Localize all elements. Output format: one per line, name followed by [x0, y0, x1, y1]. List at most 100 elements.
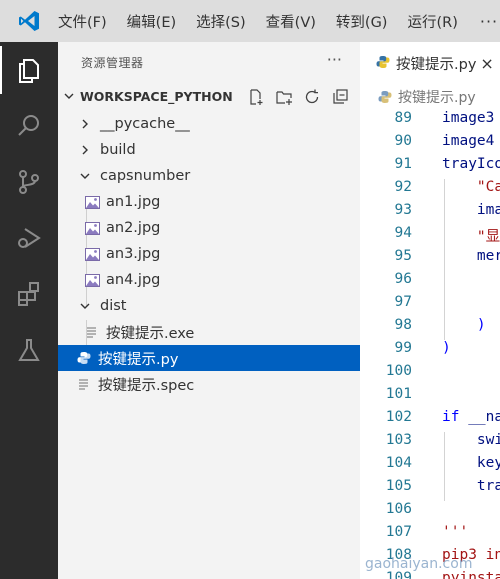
- active-indicator: [0, 46, 2, 94]
- explorer-icon[interactable]: [0, 46, 58, 94]
- tree-folder[interactable]: capsnumber: [58, 163, 360, 189]
- tree-item-label: 按键提示.exe: [106, 325, 195, 342]
- editor-panel: 按键提示.py × 按键提示.py 89 image3 90 image4 91 tray…: [360, 42, 500, 579]
- code-text: key: [442, 455, 500, 471]
- tree-file[interactable]: an2.jpg: [58, 215, 360, 241]
- extensions-icon[interactable]: [0, 270, 58, 318]
- line-number: 106: [385, 501, 412, 517]
- line-number: 99: [394, 340, 412, 356]
- menu-item[interactable]: 运行(R): [407, 11, 457, 32]
- code-line: 101: [360, 386, 500, 409]
- tree-file[interactable]: an3.jpg: [58, 241, 360, 267]
- tree-file[interactable]: an1.jpg: [58, 189, 360, 215]
- line-number: 94: [394, 225, 412, 241]
- menu-more-button[interactable]: ···: [480, 12, 498, 31]
- code-line: 99): [360, 340, 500, 363]
- new-file-icon[interactable]: [242, 87, 270, 107]
- chevron-down-icon: [78, 170, 92, 182]
- line-number: 90: [394, 133, 412, 149]
- code-text: "显: [442, 225, 500, 246]
- chevron-down-icon: [78, 300, 92, 312]
- explorer-panel: 资源管理器 ··· WORKSPACE_PYTHON __pycache__ bu…: [58, 42, 360, 579]
- text-file-icon: [84, 326, 100, 338]
- tree-folder[interactable]: __pycache__: [58, 111, 360, 137]
- refresh-icon[interactable]: [298, 87, 326, 107]
- tree-file[interactable]: 按键提示.py: [58, 345, 360, 371]
- line-number: 98: [394, 317, 412, 333]
- code-editor[interactable]: 89 image3 90 image4 91 trayIco 92 "Ca 93 ima 94 …: [360, 110, 500, 579]
- tab-active-file[interactable]: 按键提示.py ×: [360, 42, 500, 84]
- code-line: 103 swi: [360, 432, 500, 455]
- code-token: tra: [476, 478, 500, 494]
- chevron-down-icon: [62, 90, 76, 102]
- menu-item[interactable]: 文件(F): [58, 11, 107, 32]
- code-token: swi: [476, 432, 500, 448]
- tree-folder[interactable]: build: [58, 137, 360, 163]
- code-token: ''': [442, 524, 469, 540]
- image-file-icon: [84, 221, 100, 235]
- menu-item[interactable]: 查看(V): [266, 11, 316, 32]
- explorer-more-button[interactable]: ···: [327, 50, 342, 69]
- menu-bar: 文件(F) 编辑(E) 选择(S) 查看(V) 转到(G) 运行(R): [58, 11, 478, 32]
- line-number: 95: [394, 248, 412, 264]
- line-number: 101: [385, 386, 412, 402]
- code-line: 104 key: [360, 455, 500, 478]
- code-line: 89 image3: [360, 110, 500, 133]
- code-text: mer: [442, 248, 500, 264]
- code-token: ima: [476, 202, 500, 218]
- new-folder-icon[interactable]: [270, 87, 298, 107]
- code-text: image4: [442, 133, 494, 149]
- tree-file[interactable]: an4.jpg: [58, 267, 360, 293]
- code-token: "Ca: [476, 179, 500, 195]
- code-line: 93 ima: [360, 202, 500, 225]
- collapse-all-icon[interactable]: [326, 87, 354, 107]
- testing-icon[interactable]: [0, 326, 58, 374]
- tree-file[interactable]: 按键提示.exe: [58, 319, 360, 345]
- code-line: 91 trayIco: [360, 156, 500, 179]
- run-debug-icon[interactable]: [0, 214, 58, 262]
- tree-file[interactable]: 按键提示.spec: [58, 371, 360, 397]
- code-line: 90 image4: [360, 133, 500, 156]
- workspace-header[interactable]: WORKSPACE_PYTHON: [58, 85, 360, 107]
- code-text: if __na: [442, 409, 500, 425]
- search-icon[interactable]: [0, 102, 58, 150]
- line-number: 103: [385, 432, 412, 448]
- code-token: if: [442, 409, 460, 425]
- chevron-right-icon: [78, 118, 92, 130]
- code-line: 95 mer: [360, 248, 500, 271]
- code-text: ): [442, 340, 451, 356]
- code-line: 102 if __na: [360, 409, 500, 432]
- source-control-icon[interactable]: [0, 158, 58, 206]
- tree-folder[interactable]: dist: [58, 293, 360, 319]
- line-number: 102: [385, 409, 412, 425]
- code-token: __na: [459, 409, 500, 425]
- code-token: key: [476, 455, 500, 471]
- tree-item-label: an2.jpg: [106, 220, 161, 236]
- line-number: 105: [385, 478, 412, 494]
- activity-bar: [0, 42, 58, 579]
- menu-item[interactable]: 转到(G): [336, 11, 388, 32]
- menu-item[interactable]: 编辑(E): [127, 11, 176, 32]
- line-number: 100: [385, 363, 412, 379]
- code-line: 100: [360, 363, 500, 386]
- close-icon[interactable]: ×: [480, 54, 493, 73]
- tree-item-label: __pycache__: [100, 116, 190, 132]
- chevron-right-icon: [78, 144, 92, 156]
- code-text: swi: [442, 432, 500, 448]
- title-bar: 文件(F) 编辑(E) 选择(S) 查看(V) 转到(G) 运行(R) ···: [0, 0, 500, 42]
- breadcrumb-file[interactable]: 按键提示.py: [398, 87, 476, 107]
- line-number: 104: [385, 455, 412, 471]
- menu-item[interactable]: 选择(S): [196, 11, 246, 32]
- code-line: 96: [360, 271, 500, 294]
- image-file-icon: [84, 247, 100, 261]
- tree-item-label: an4.jpg: [106, 272, 161, 288]
- code-line: 97: [360, 294, 500, 317]
- code-text: tra: [442, 478, 500, 494]
- python-file-icon: [76, 351, 92, 365]
- line-number: 97: [394, 294, 412, 310]
